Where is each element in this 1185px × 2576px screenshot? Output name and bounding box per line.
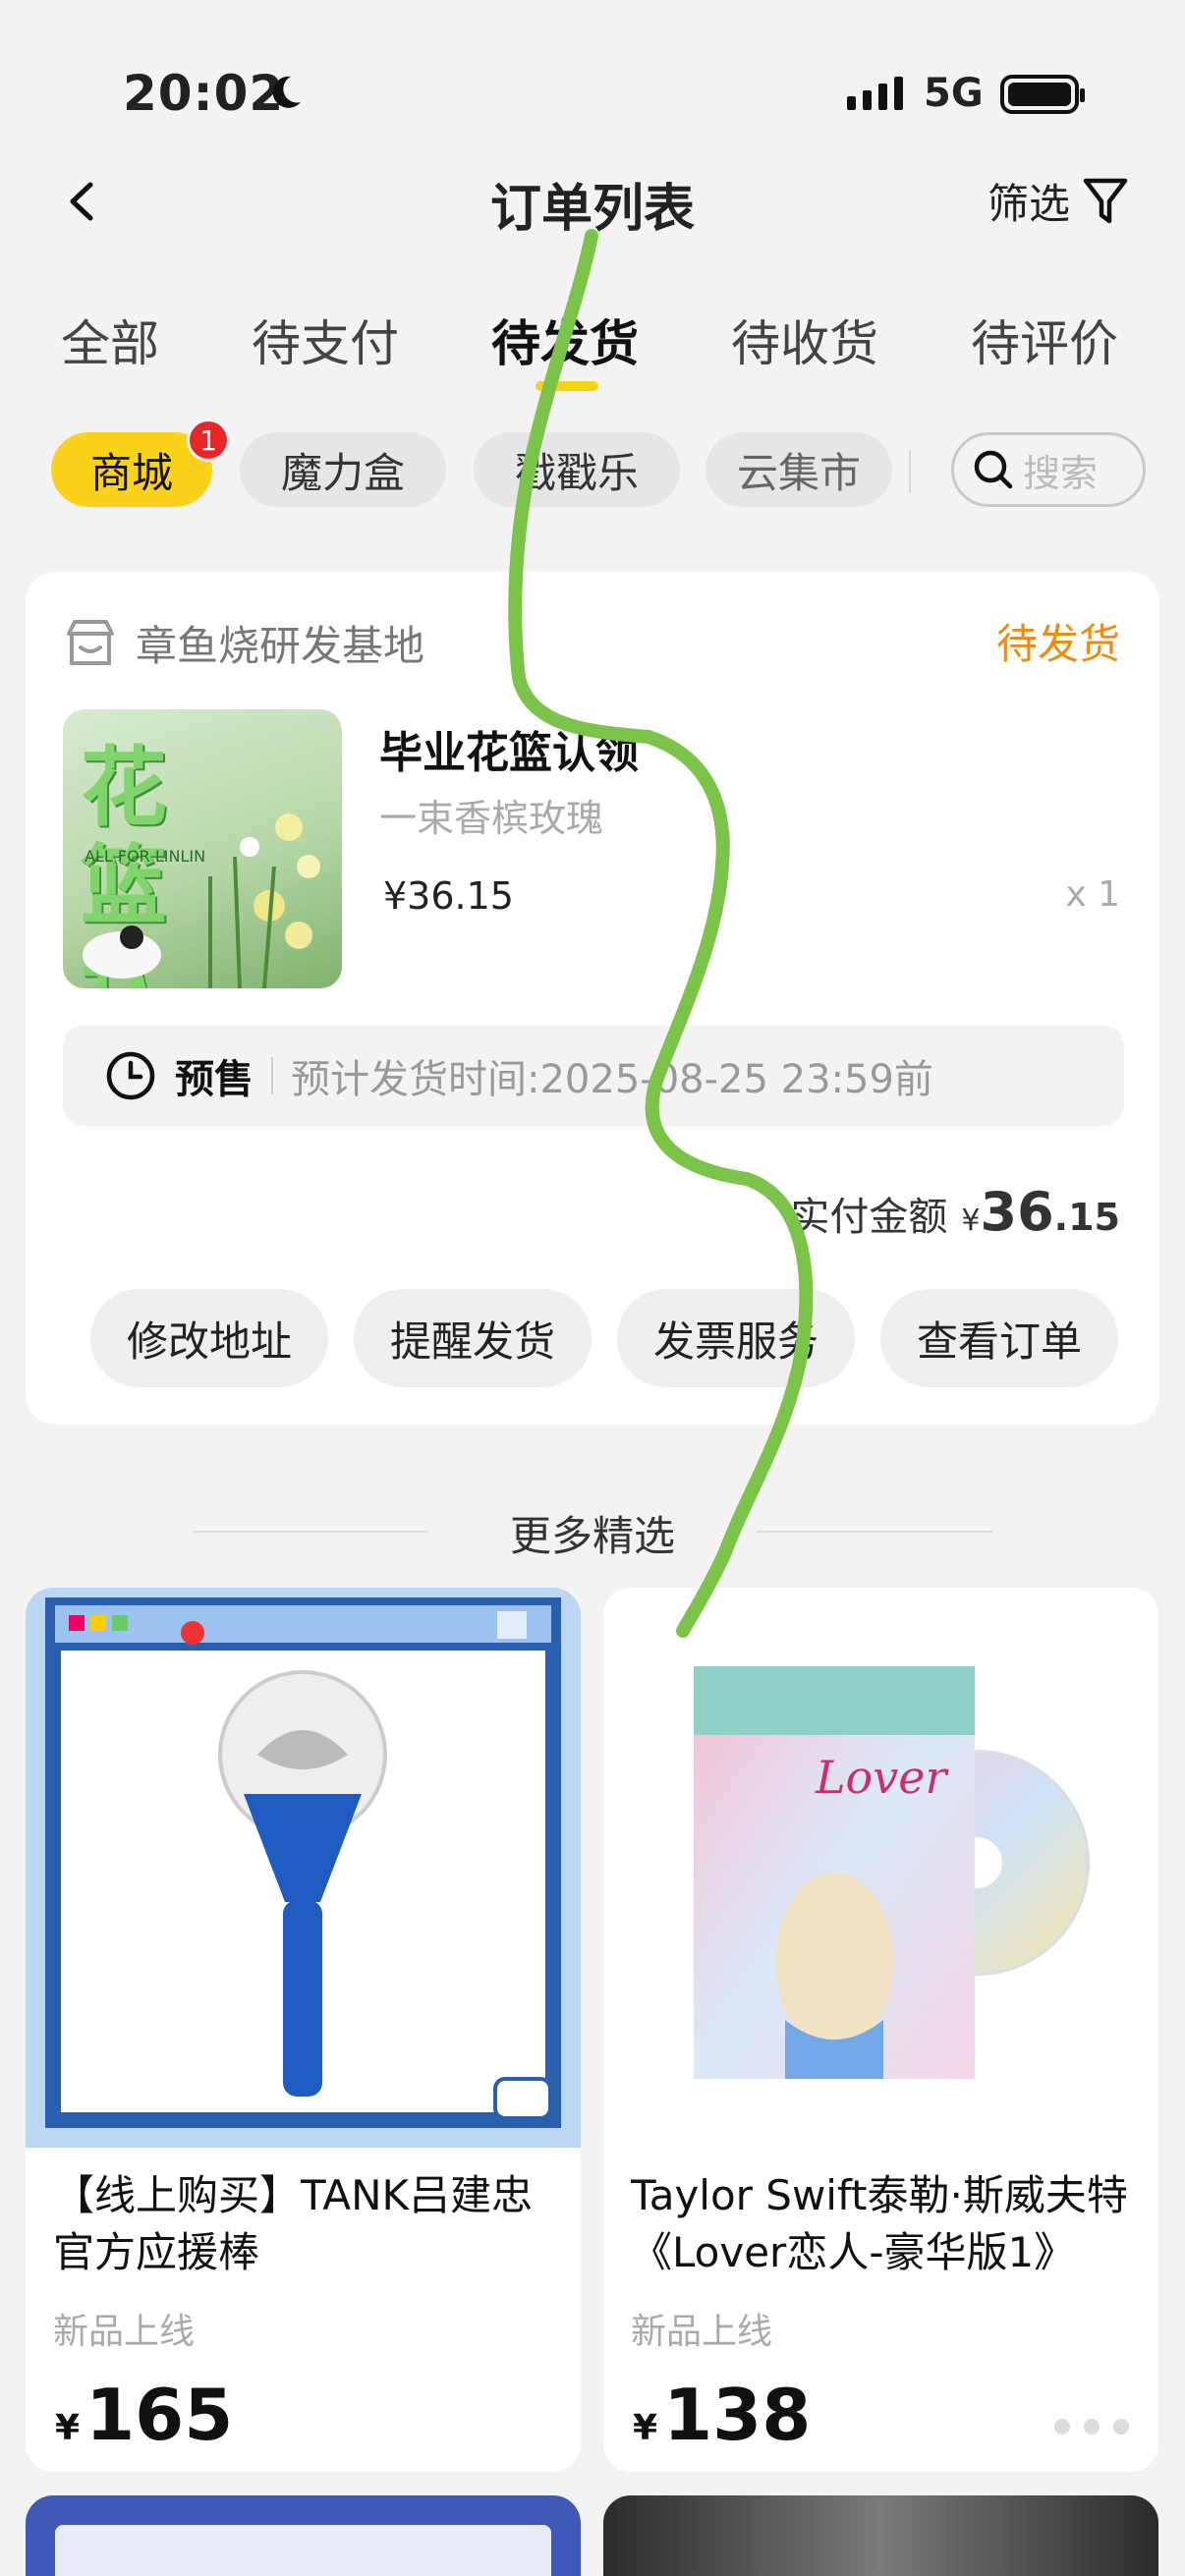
battery-icon xyxy=(1000,75,1085,114)
product-image-lightstick xyxy=(26,1588,581,2148)
album-script-text: Lover xyxy=(816,1751,947,1804)
tab-all[interactable]: 全部 xyxy=(61,305,159,375)
divider xyxy=(757,1531,992,1533)
order-actions: 修改地址 提醒发货 发票服务 查看订单 xyxy=(90,1289,1118,1387)
presale-eta: 预计发货时间:2025-08-25 23:59前 xyxy=(291,1057,933,1102)
product-name: 毕业花篮认领 xyxy=(379,728,639,778)
product-card[interactable]: 【线上购买】TANK吕建忠官方应援棒 新品上线 ¥165 xyxy=(26,1588,581,2472)
funnel-icon xyxy=(1083,178,1128,223)
chip-cloud-market[interactable]: 云集市 xyxy=(705,432,892,507)
tab-pending-payment[interactable]: 待支付 xyxy=(252,305,399,375)
shop-name: 章鱼烧研发基地 xyxy=(136,622,425,670)
paid-label: 实付金额 xyxy=(790,1195,948,1240)
product-card-partial[interactable] xyxy=(603,2495,1158,2576)
order-tabs: 全部 待支付 待发货 待收货 待评价 xyxy=(0,295,1185,403)
paid-amount: 实付金额 ¥36.15 xyxy=(790,1181,1120,1243)
search-icon xyxy=(974,450,1013,489)
page: 20:02 5G 订单列表 筛选 全部 待支付 待发货 待收货 待评价 商城 1… xyxy=(0,0,1185,2576)
paid-currency: ¥ xyxy=(961,1204,981,1238)
clock: 20:02 xyxy=(123,65,285,122)
flowers-decoration xyxy=(83,813,320,988)
product-thumbnail[interactable]: 花篮认领 ALL FOR LINLIN xyxy=(63,709,342,988)
shop-icon xyxy=(67,619,114,665)
nav-bar: 订单列表 筛选 xyxy=(0,147,1185,255)
price-value: 165 xyxy=(85,2374,234,2456)
search-placeholder: 搜索 xyxy=(1023,451,1099,495)
product-price: ¥165 xyxy=(55,2374,233,2456)
view-order-button[interactable]: 查看订单 xyxy=(880,1289,1118,1387)
product-title: 【线上购买】TANK吕建忠官方应援棒 xyxy=(53,2171,534,2276)
partial-image xyxy=(603,2495,1158,2576)
clock-icon xyxy=(106,1051,155,1100)
shop-header[interactable]: 章鱼烧研发基地 xyxy=(63,613,424,673)
more-options-icon[interactable] xyxy=(1054,2419,1129,2435)
tab-pending-receipt[interactable]: 待收货 xyxy=(731,305,878,375)
divider xyxy=(909,450,911,493)
remind-shipment-button[interactable]: 提醒发货 xyxy=(354,1289,592,1387)
paid-decimal: .15 xyxy=(1053,1196,1120,1239)
new-tag: 新品上线 xyxy=(631,2312,773,2352)
product-price: ¥138 xyxy=(633,2374,811,2456)
paid-int: 36 xyxy=(980,1181,1054,1243)
filter-button[interactable]: 筛选 xyxy=(988,171,1129,231)
chip-magic-box[interactable]: 魔力盒 xyxy=(240,432,446,507)
presale-tag: 预售 xyxy=(175,1057,254,1102)
modify-address-button[interactable]: 修改地址 xyxy=(90,1289,328,1387)
signal-icon xyxy=(847,77,903,110)
product-card-partial[interactable] xyxy=(26,2495,581,2576)
product-image-album xyxy=(603,1588,1158,2148)
tab-pending-review[interactable]: 待评价 xyxy=(971,305,1118,375)
moon-icon xyxy=(272,76,301,108)
product-card[interactable]: Lover Taylor Swift泰勒·斯威夫特《Lover恋人-豪华版1》 … xyxy=(603,1588,1158,2472)
order-card[interactable]: 章鱼烧研发基地 待发货 花篮认领 ALL FOR LINLIN 毕业花篮认领 一… xyxy=(26,572,1159,1425)
chip-poke-fun[interactable]: 戳戳乐 xyxy=(474,432,680,507)
invoice-service-button[interactable]: 发票服务 xyxy=(617,1289,855,1387)
search-input[interactable]: 搜索 xyxy=(951,432,1146,507)
product-quantity: x 1 xyxy=(1065,874,1120,915)
active-tab-indicator xyxy=(536,381,598,391)
tab-pending-shipment[interactable]: 待发货 xyxy=(491,305,639,375)
product-title: Taylor Swift泰勒·斯威夫特《Lover恋人-豪华版1》 xyxy=(631,2171,1128,2276)
product-price: ¥36.15 xyxy=(383,874,514,918)
divider xyxy=(271,1057,273,1094)
unread-badge: 1 xyxy=(187,419,230,462)
network-type: 5G xyxy=(924,71,984,116)
price-value: 138 xyxy=(663,2374,812,2456)
partial-image xyxy=(55,2525,551,2576)
product-spec: 一束香槟玫瑰 xyxy=(379,797,604,840)
category-chips: 商城 1 魔力盒 戳戳乐 云集市 搜索 xyxy=(0,419,1185,511)
more-picks-heading: 更多精选 xyxy=(509,1512,675,1560)
chip-mall[interactable]: 商城 1 xyxy=(51,419,230,507)
order-status: 待发货 xyxy=(995,620,1120,668)
currency: ¥ xyxy=(633,2408,658,2448)
chip-label: 商城 xyxy=(89,448,173,497)
filter-label: 筛选 xyxy=(988,180,1071,228)
currency: ¥ xyxy=(55,2408,81,2448)
presale-info: 预售 预计发货时间:2025-08-25 23:59前 xyxy=(63,1026,1124,1126)
status-bar: 20:02 5G xyxy=(0,0,1185,138)
new-tag: 新品上线 xyxy=(53,2312,196,2352)
